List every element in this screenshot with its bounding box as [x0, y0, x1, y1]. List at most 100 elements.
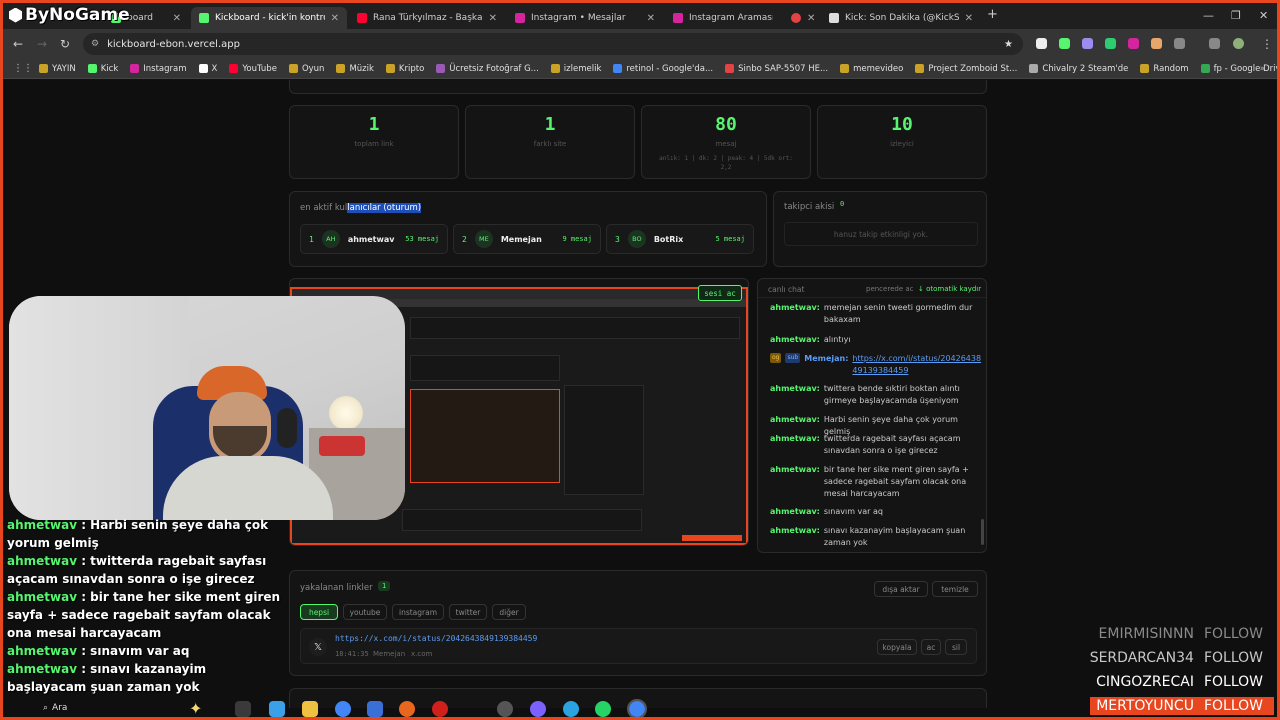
new-tab-icon[interactable]: + — [987, 7, 998, 22]
stat-label: mesaj — [715, 140, 737, 148]
chat-divider — [758, 297, 986, 298]
obs-icon[interactable] — [497, 701, 513, 717]
bookmark-item[interactable]: Sinbo SAP-5507 HE... — [725, 64, 828, 74]
filter-all[interactable]: hepsi — [300, 604, 338, 620]
active-user-row[interactable]: 3 BO BotRix 5 mesaj — [606, 224, 754, 254]
outlook-icon[interactable] — [367, 701, 383, 717]
chrome-icon[interactable] — [335, 701, 351, 717]
bookmark-item[interactable]: retinol - Google'da... — [613, 64, 713, 74]
chat-username[interactable]: ahmetwav: — [770, 525, 820, 549]
bookmark-item[interactable]: X — [198, 64, 217, 74]
more-bookmarks-icon[interactable]: » — [1260, 64, 1265, 74]
tab-x-kicksondakika[interactable]: Kick: Son Dakika (@KickSonDak ✕ — [821, 7, 981, 29]
copilot-icon[interactable] — [269, 701, 285, 717]
tab-kickboard-active[interactable]: Kickboard - kick'in kontrol pane ✕ — [191, 7, 347, 29]
clear-button[interactable]: temizle — [932, 581, 978, 597]
bookmark-item[interactable]: fp - Google Drive — [1200, 63, 1280, 74]
bookmark-item[interactable]: Project Zomboid St... — [915, 64, 1017, 74]
bookmark-label: fp - Google Drive — [1213, 63, 1280, 74]
extension-icon[interactable] — [1082, 38, 1093, 49]
bookmark-item[interactable]: Oyun — [288, 64, 324, 74]
close-icon[interactable]: ✕ — [807, 13, 815, 24]
task-view-icon[interactable] — [235, 701, 251, 717]
chat-username[interactable]: ahmetwav: — [770, 464, 820, 500]
tab-instagram-search[interactable]: Instagram Araması — [665, 7, 781, 29]
delete-link-button[interactable]: sil — [945, 639, 967, 655]
bookmark-item[interactable]: YAYIN — [39, 64, 76, 74]
chat-username[interactable]: ahmetwav: — [770, 302, 820, 326]
bookmark-item[interactable]: Instagram — [130, 64, 187, 74]
active-user-row[interactable]: 1 AH ahmetwav 53 mesaj — [300, 224, 448, 254]
firefox-icon[interactable] — [399, 701, 415, 717]
extension-icon[interactable] — [1151, 38, 1162, 49]
recent-follower: SERDARCAN34 FOLLOW — [1090, 650, 1263, 666]
filter-twitter[interactable]: twitter — [449, 604, 487, 620]
message-count: 53 mesaj — [405, 235, 439, 243]
extension-icon[interactable] — [1036, 38, 1047, 49]
minimize-icon[interactable]: — — [1203, 9, 1214, 22]
follower-action: FOLLOW — [1203, 626, 1263, 642]
tab-instagram-messages[interactable]: Instagram • Mesajlar ✕ — [507, 7, 663, 29]
google-icon — [613, 64, 623, 73]
bookmark-item[interactable]: Ücretsiz Fotoğraf G... — [436, 64, 539, 74]
chat-username[interactable]: ahmetwav: — [770, 383, 820, 407]
chat-username[interactable]: ahmetwav: — [770, 506, 820, 518]
close-icon[interactable]: ✕ — [647, 13, 655, 24]
reading-list-icon[interactable] — [1209, 38, 1220, 49]
site-info-icon[interactable]: ⚙ — [91, 39, 99, 49]
bookmark-star-icon[interactable]: ★ — [1004, 39, 1013, 50]
export-button[interactable]: dışa aktar — [874, 581, 928, 597]
address-bar[interactable]: ⚙ kickboard-ebon.vercel.app ★ — [83, 33, 1023, 55]
extension-icon[interactable] — [1128, 38, 1139, 49]
menu-icon[interactable]: ⋮ — [1261, 37, 1273, 51]
filter-instagram[interactable]: instagram — [392, 604, 444, 620]
sub-badge: sub — [785, 353, 801, 363]
file-explorer-icon[interactable] — [302, 701, 318, 717]
profile-avatar[interactable] — [1233, 38, 1244, 49]
opera-icon[interactable] — [432, 701, 448, 717]
tab-youtube[interactable]: Rana Türkyılmaz - Başka Hikaye ✕ — [349, 7, 505, 29]
bookmark-item[interactable]: izlemelik — [550, 64, 601, 74]
filter-other[interactable]: diğer — [492, 604, 526, 620]
whatsapp-icon[interactable] — [595, 701, 611, 717]
taskbar-search[interactable]: ⌕ Ara — [43, 703, 67, 713]
tab-recording[interactable]: ✕ — [783, 7, 819, 29]
app-icon[interactable] — [530, 701, 546, 717]
close-icon[interactable]: ✕ — [173, 13, 181, 24]
chat-link[interactable]: https://x.com/i/status/20426438491393844… — [852, 353, 985, 377]
filter-youtube[interactable]: youtube — [343, 604, 387, 620]
unmute-button[interactable]: sesi ac — [698, 285, 742, 301]
telegram-icon[interactable] — [563, 701, 579, 717]
close-icon[interactable]: ✕ — [965, 13, 973, 24]
shield-extension-icon[interactable] — [1105, 38, 1116, 49]
popout-chat-button[interactable]: pencerede ac — [866, 285, 914, 293]
active-user-row[interactable]: 2 ME Memejan 9 mesaj — [453, 224, 601, 254]
link-url[interactable]: https://x.com/i/status/20426438491393844… — [335, 634, 537, 643]
link-row[interactable]: 𝕏 https://x.com/i/status/204264384913938… — [300, 628, 977, 664]
extensions-puzzle-icon[interactable] — [1174, 38, 1185, 49]
chat-username[interactable]: ahmetwav: — [770, 334, 820, 346]
bookmark-item[interactable]: YouTube — [229, 64, 277, 74]
open-link-button[interactable]: ac — [921, 639, 941, 655]
window-close-icon[interactable]: ✕ — [1259, 9, 1268, 22]
bookmark-item[interactable]: Random — [1140, 64, 1189, 74]
copy-link-button[interactable]: kopyala — [877, 639, 917, 655]
bookmark-item[interactable]: Müzik — [336, 64, 374, 74]
bookmark-item[interactable]: Kick — [87, 64, 118, 74]
forward-icon[interactable]: → — [37, 37, 47, 51]
chrome-active-icon[interactable] — [627, 699, 647, 717]
autoscroll-toggle[interactable]: ↓ otomatik kaydır — [918, 285, 981, 293]
close-icon[interactable]: ✕ — [489, 13, 497, 24]
apps-grid-icon[interactable]: ⋮⋮ — [13, 63, 33, 74]
bookmark-item[interactable]: Kripto — [385, 64, 424, 74]
maximize-icon[interactable]: ❐ — [1231, 9, 1241, 22]
bookmark-item[interactable]: Chivalry 2 Steam'de — [1029, 64, 1128, 74]
chat-username[interactable]: ahmetwav: — [770, 433, 820, 457]
close-icon[interactable]: ✕ — [331, 13, 339, 24]
reload-icon[interactable]: ↻ — [60, 37, 70, 51]
back-icon[interactable]: ← — [13, 37, 23, 51]
bookmark-item[interactable]: memevideo — [840, 64, 903, 74]
kick-extension-icon[interactable] — [1059, 38, 1070, 49]
address-url[interactable]: kickboard-ebon.vercel.app — [107, 39, 240, 50]
chat-username[interactable]: Memejan: — [804, 353, 848, 377]
